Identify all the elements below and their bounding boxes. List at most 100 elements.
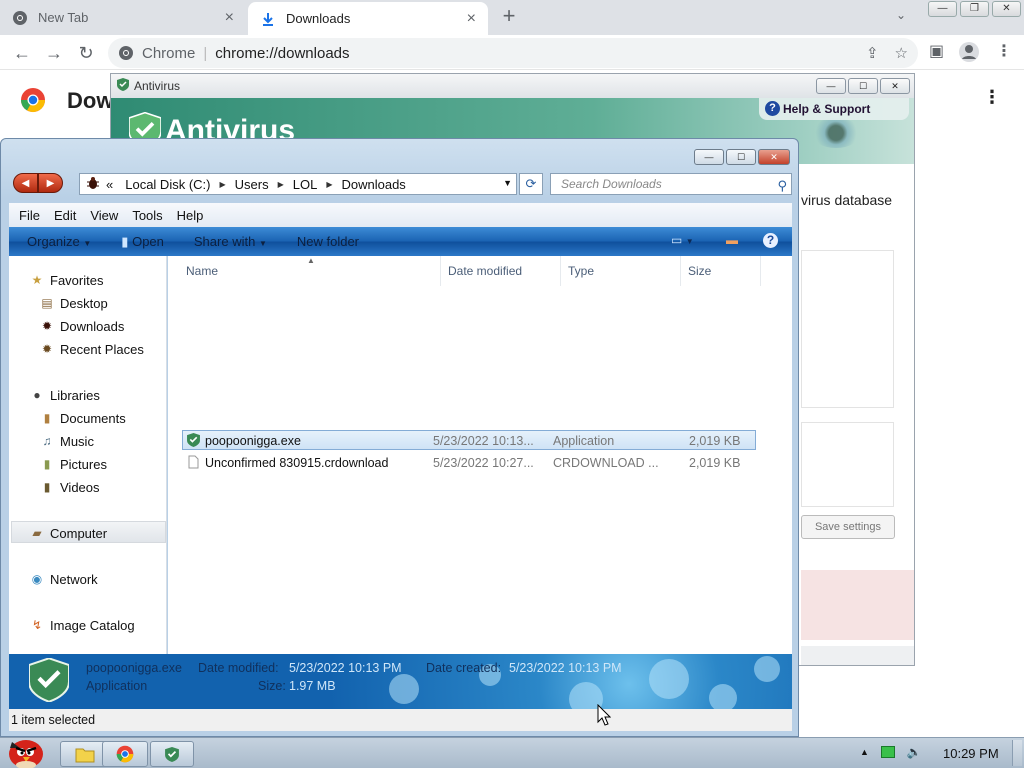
file-row[interactable]: Unconfirmed 830915.crdownload 5/23/2022 … xyxy=(182,452,756,472)
nav-libraries[interactable]: ● Libraries xyxy=(29,387,99,403)
tab-new-tab[interactable]: New Tab × xyxy=(0,0,246,35)
chrome-logo-icon xyxy=(20,87,46,116)
nav-label: Computer xyxy=(50,525,108,541)
nav-documents[interactable]: ▮ Documents xyxy=(39,410,126,426)
nav-music[interactable]: ♫ Music xyxy=(39,433,94,449)
back-arrow-icon[interactable]: ◀ xyxy=(13,173,38,193)
side-panel-icon[interactable]: ▣ xyxy=(929,41,944,61)
tab-close-icon[interactable]: × xyxy=(225,9,234,27)
menu-edit[interactable]: Edit xyxy=(54,208,76,223)
column-header-date[interactable]: Date modified xyxy=(441,256,561,286)
search-icon[interactable]: ⚲ xyxy=(777,176,787,196)
tray-arrow-icon[interactable]: ▲ xyxy=(860,747,869,757)
breadcrumb-arrow-icon[interactable]: ▶ xyxy=(219,180,225,189)
preview-pane-icon[interactable]: ▬ xyxy=(726,233,738,247)
nav-pictures[interactable]: ▮ Pictures xyxy=(39,456,107,472)
breadcrumb-item[interactable]: Users xyxy=(235,177,269,192)
antivirus-panel xyxy=(801,250,894,408)
file-row-content[interactable]: poopoonigga.exe 5/23/2022 10:13... Appli… xyxy=(182,430,756,450)
minimize-button[interactable]: — xyxy=(816,78,846,94)
details-file-kind: Application xyxy=(86,679,148,693)
downloads-menu-icon[interactable]: ⋮ xyxy=(983,87,1001,108)
refresh-icon[interactable]: ⟳ xyxy=(519,173,543,195)
nav-downloads[interactable]: ✹ Downloads xyxy=(39,318,124,334)
reload-icon[interactable]: ↻ xyxy=(74,41,98,65)
help-support-button[interactable]: ? Help & Support xyxy=(759,98,909,120)
organize-button[interactable]: Organize ▼ xyxy=(27,234,91,249)
breadcrumb-arrow-icon[interactable]: ▶ xyxy=(278,180,284,189)
breadcrumb-overflow[interactable]: « xyxy=(106,177,113,192)
show-desktop-button[interactable] xyxy=(1012,740,1022,766)
nav-label: Videos xyxy=(60,479,100,495)
breadcrumb-item[interactable]: Local Disk (C:) xyxy=(125,177,210,192)
nav-label: Music xyxy=(60,433,94,449)
taskbar-antivirus-button[interactable] xyxy=(150,741,194,767)
minimize-button[interactable]: — xyxy=(928,1,957,17)
open-button[interactable]: ▮ Open xyxy=(121,234,164,250)
nav-desktop[interactable]: ▤ Desktop xyxy=(39,295,107,311)
menu-help[interactable]: Help xyxy=(177,208,204,223)
close-button[interactable]: ✕ xyxy=(880,78,910,94)
maximize-button[interactable]: ☐ xyxy=(848,78,878,94)
column-header-size[interactable]: Size xyxy=(681,256,761,286)
organize-label: Organize xyxy=(27,234,80,249)
chrome-menu-icon[interactable]: ⋮ xyxy=(996,41,1012,61)
search-input[interactable]: Search Downloads ⚲ xyxy=(550,173,792,195)
column-header-type[interactable]: Type xyxy=(561,256,681,286)
details-modified-label: Date modified: xyxy=(198,661,279,675)
forward-arrow-icon[interactable]: ▶ xyxy=(38,173,63,193)
nav-label: Documents xyxy=(60,410,126,426)
antivirus-title: Antivirus xyxy=(134,79,181,93)
view-options-icon[interactable]: ▭ ▼ xyxy=(671,233,694,247)
back-arrow-icon[interactable]: ← xyxy=(10,41,34,65)
menu-tools[interactable]: Tools xyxy=(132,208,162,223)
menu-file[interactable]: File xyxy=(19,208,40,223)
help-support-label: Help & Support xyxy=(783,102,871,116)
volume-icon[interactable]: 🔈 xyxy=(907,745,922,759)
chevron-down-icon[interactable]: ▼ xyxy=(503,178,512,188)
share-with-button[interactable]: Share with ▼ xyxy=(194,234,267,249)
taskbar-chrome-button[interactable] xyxy=(102,741,148,767)
mouse-cursor-icon xyxy=(597,703,612,729)
taskbar-clock[interactable]: 10:29 PM xyxy=(943,746,999,761)
nav-favorites[interactable]: ★ Favorites xyxy=(29,272,104,288)
tab-close-icon[interactable]: × xyxy=(467,10,476,28)
column-label: Name xyxy=(186,264,219,278)
minimize-button[interactable]: — xyxy=(694,149,724,165)
breadcrumb-item[interactable]: LOL xyxy=(293,177,318,192)
forward-arrow-icon[interactable]: → xyxy=(42,41,66,65)
tab-downloads[interactable]: Downloads × xyxy=(248,2,488,35)
network-status-icon[interactable] xyxy=(880,746,895,758)
details-size-value: 1.97 MB xyxy=(289,679,336,693)
nav-network[interactable]: ◉ Network xyxy=(29,571,98,587)
nav-computer[interactable]: ▰ Computer xyxy=(29,525,107,541)
star-icon: ★ xyxy=(31,273,43,287)
eye-graphic xyxy=(811,118,861,148)
maximize-button[interactable]: ☐ xyxy=(726,149,756,165)
breadcrumb-arrow-icon[interactable]: ▶ xyxy=(326,180,332,189)
share-label: Share with xyxy=(193,234,256,249)
save-settings-button[interactable]: Save settings xyxy=(801,515,895,539)
breadcrumb-item[interactable]: Downloads xyxy=(341,177,405,192)
nav-videos[interactable]: ▮ Videos xyxy=(39,479,100,495)
nav-label: Pictures xyxy=(60,456,107,472)
profile-avatar[interactable] xyxy=(958,41,980,68)
tab-search-chevron-icon[interactable]: ⌄ xyxy=(896,8,906,22)
details-file-name: poopoonigga.exe xyxy=(86,661,182,675)
explorer-address-bar[interactable]: « Local Disk (C:) ▶ Users ▶ LOL ▶ Downlo… xyxy=(79,173,517,195)
address-bar[interactable]: Chrome | chrome://downloads ⇪ ☆ xyxy=(108,38,918,68)
page-title: Dow xyxy=(67,88,114,113)
menu-view[interactable]: View xyxy=(90,208,118,223)
start-button-bird-icon[interactable] xyxy=(2,732,48,768)
close-button[interactable]: ✕ xyxy=(992,1,1021,17)
close-button[interactable]: ✕ xyxy=(758,149,790,165)
nav-image-catalog[interactable]: ↯ Image Catalog xyxy=(29,617,135,633)
nav-recent-places[interactable]: ✹ Recent Places xyxy=(39,341,144,357)
column-header-name[interactable]: Name ▲ xyxy=(179,256,441,286)
desktop-icon: ▤ xyxy=(41,296,53,310)
help-icon[interactable]: ? xyxy=(763,233,778,248)
restore-button[interactable]: ❐ xyxy=(960,1,989,17)
share-icon[interactable]: ⇪ xyxy=(866,44,879,62)
new-tab-button[interactable]: + xyxy=(498,5,520,27)
bookmark-star-icon[interactable]: ☆ xyxy=(895,44,908,62)
